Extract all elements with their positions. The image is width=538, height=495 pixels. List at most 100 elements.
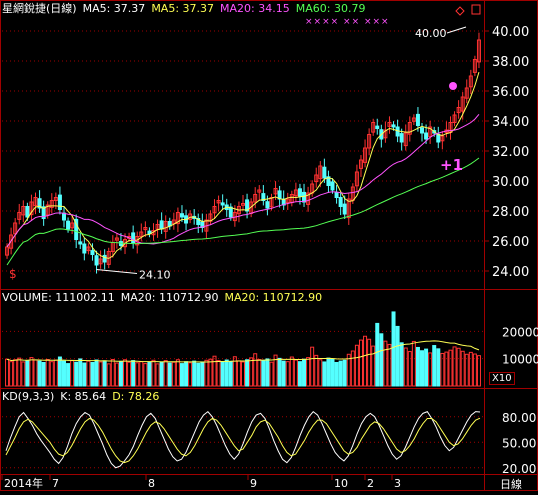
volume-bar [5,358,10,387]
chart-canvas[interactable]: 24.00 26.00 28.00 30.00 32.00 34.00 36.00 38.00… [0,0,538,491]
volume-bar [245,359,250,387]
volume-bar [358,339,363,387]
volume-bar [314,354,319,387]
volume-bar [13,359,18,387]
volume-bar [236,360,241,387]
volume-bar [192,360,197,387]
k-value: K: 85.64 [60,390,107,403]
candle-body [159,220,164,230]
volume-bar [436,348,441,387]
volume-bar [167,362,172,387]
price-tick-label: 38.00 [492,55,529,70]
volume-bar [228,360,233,387]
volume-bar [41,361,46,387]
volume-bar [395,325,400,387]
volume-bar [468,351,473,387]
candle-body [94,255,99,266]
price-tick-label: 32.00 [492,145,529,160]
candle-body [391,124,396,128]
volume-bar [57,356,62,387]
volume-bar [131,360,136,387]
x-tick-label: 8 [148,477,155,490]
volume-bar [306,357,311,387]
kd-tick-label: 80.00 [502,411,536,425]
volume-bar [61,360,66,387]
volume-bar [432,345,437,387]
candle-body [302,191,307,203]
volume-bar [354,344,359,387]
volume-bar [318,359,323,387]
chart-window: 24.00 26.00 28.00 30.00 32.00 34.00 36.00 38.00… [0,0,538,491]
kd-title: KD(9,3,3) [2,390,55,403]
volume-bar [452,346,457,387]
volume-bar [184,361,189,387]
volume-bar [310,346,315,387]
volume-bar [171,361,176,387]
x-tick-label: 2 [367,477,374,490]
volume-value: VOLUME: 111002.11 [2,291,115,304]
volume-bar [387,343,392,387]
volume-bar [155,363,160,387]
volume-bar [391,311,396,387]
candle-body [420,127,425,134]
x-axis-period-label[interactable]: 日線 [500,476,522,492]
volume-bar [460,350,465,387]
volume-bar [411,340,416,387]
x-tick-label: 2014年 [4,476,43,490]
candle-body [25,206,30,218]
volume-bar [216,360,221,387]
high-price-label: 40.00 [415,27,447,40]
ma5-legend: MA5: 37.37 [82,2,146,15]
volume-bar [420,350,425,387]
volume-bar [135,362,140,387]
volume-bar [151,359,156,387]
x-tick-label: 3 [394,477,401,490]
volume-bar [428,352,433,387]
volume-bar [17,357,22,387]
volume-bar [403,347,408,387]
d-value: D: 78.26 [112,390,160,403]
candle-body [179,213,184,218]
candle-body [131,232,136,243]
volume-bar [90,361,95,387]
volume-bar [334,361,339,387]
volume-bar [371,345,376,387]
x-tick-label: 7 [52,477,59,490]
volume-bar [350,350,355,387]
volume-bar [257,358,262,387]
diamond-icon [455,6,465,16]
volume-bar [204,359,209,387]
volume-bar [106,363,111,387]
candle-body [322,166,327,179]
candle-body [424,132,429,140]
candle-body [78,241,83,245]
volume-bar [78,358,83,387]
candle-body [220,202,225,206]
price-tick-label: 26.00 [492,235,529,250]
volume-bar [277,357,282,387]
volume-bar [110,358,115,387]
volume-bar [208,358,213,387]
ma5-legend-2: MA5: 37.37 [151,2,215,15]
volume-bar [175,359,180,387]
candle-body [90,250,95,256]
price-tick-label: 36.00 [492,85,529,100]
dividend-marker: $ [9,267,17,281]
volume-bar [139,361,144,387]
candle-body [57,194,62,211]
x-tick-label: 9 [250,477,257,490]
volume-bar [82,362,87,387]
kd-tick-label: 50.00 [502,436,536,450]
volume-bar [424,348,429,387]
volume-bar [444,351,449,387]
ma60-legend: MA60: 30.79 [295,2,366,15]
candle-body [330,181,335,191]
price-tick-label: 30.00 [492,175,529,190]
volume-legend: VOLUME: 111002.11 MA20: 110712.90 MA20: 11… [2,292,328,304]
candle-body [102,254,107,263]
candle-body [297,188,302,197]
price-tick-label: 28.00 [492,205,529,220]
candle-body [265,201,270,209]
candle-body [61,212,66,221]
candle-body [334,191,339,198]
